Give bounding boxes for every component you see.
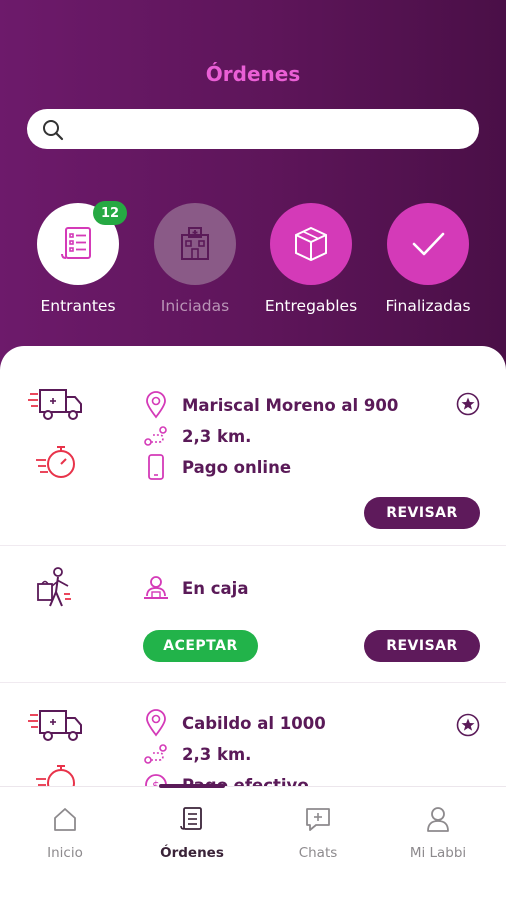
delivery-truck-icon [28,710,82,741]
star-icon[interactable] [456,713,480,737]
stopwatch-icon [36,765,75,786]
order-card[interactable]: Mariscal Moreno al 900 2,3 km. Pago onli… [0,346,506,546]
status-iniciadas[interactable]: Iniciadas [135,203,255,315]
order-distance-row: 2,3 km. [142,424,251,448]
orders-icon [180,807,202,830]
order-distance: 2,3 km. [182,744,252,764]
box-icon [295,226,327,262]
status-label: Finalizadas [385,297,471,315]
order-payment-row: Pago online [142,453,291,481]
nav-item-mi-labbi[interactable]: Mi Labbi [388,805,488,861]
header: Órdenes 12 Entrantes Iniciadas Entregabl… [0,0,506,380]
orders-list[interactable]: Mariscal Moreno al 900 2,3 km. Pago onli… [0,346,506,786]
order-address-row: Mariscal Moreno al 900 [142,391,398,419]
status-label: Entregables [264,297,358,315]
order-card[interactable]: Cabildo al 1000 2,3 km. $ Pago efectivo [0,683,506,786]
status-label: Entrantes [40,297,116,315]
order-distance: 2,3 km. [182,426,252,446]
page-title: Órdenes [205,62,301,86]
order-payment: Pago online [182,457,292,477]
nav-label: Chats [298,845,338,861]
star-icon[interactable] [456,392,480,416]
building-icon [181,227,209,260]
order-address: Mariscal Moreno al 900 [182,395,399,415]
route-icon [144,744,167,764]
order-address-row: Cabildo al 1000 [142,709,326,737]
location-pin-icon [146,391,166,419]
status-entregables-circle[interactable] [270,203,352,285]
nav-item-inicio[interactable]: Inicio [15,805,115,861]
stopwatch-icon [36,446,75,478]
nav-label: Órdenes [160,845,224,861]
status-finalizadas-circle[interactable] [387,203,469,285]
status-iniciadas-circle[interactable] [154,203,236,285]
active-tab-indicator [159,784,225,788]
nav-label: Mi Labbi [409,845,467,861]
order-distance-row: 2,3 km. [142,742,251,766]
search-input[interactable] [77,109,467,149]
order-pickup-row: En caja [142,574,248,602]
status-entrantes-circle[interactable]: 12 [37,201,127,285]
route-icon [144,426,167,446]
person-with-bag-icon [37,567,71,607]
review-button[interactable]: REVISAR [364,497,480,529]
phone-icon [148,454,164,480]
status-entregables[interactable]: Entregables [251,203,371,315]
status-entrantes[interactable]: 12 Entrantes [18,201,138,315]
order-address: Cabildo al 1000 [182,713,326,733]
search-icon [43,120,64,141]
search-bar[interactable] [27,109,479,149]
bottom-navigation: Inicio Órdenes Chats Mi Labbi [0,784,506,900]
nav-item-chats[interactable]: Chats [268,805,368,861]
home-icon [54,808,76,831]
delivery-truck-icon [28,389,82,420]
nav-label: Inicio [47,845,83,861]
accept-button[interactable]: ACEPTAR [143,630,258,662]
document-list-icon [61,227,91,259]
nav-item-ordenes[interactable]: Órdenes [142,805,242,861]
status-label: Iniciadas [160,297,230,315]
user-icon [427,807,449,832]
order-pickup: En caja [182,578,249,598]
status-finalizadas[interactable]: Finalizadas [368,203,488,315]
review-button[interactable]: REVISAR [364,630,480,662]
check-icon [412,232,445,256]
status-count-badge: 12 [93,201,127,225]
location-pin-icon [146,709,166,737]
chat-icon [306,808,330,831]
cashier-icon [144,576,168,599]
order-card[interactable]: En caja ACEPTAR REVISAR [0,546,506,683]
